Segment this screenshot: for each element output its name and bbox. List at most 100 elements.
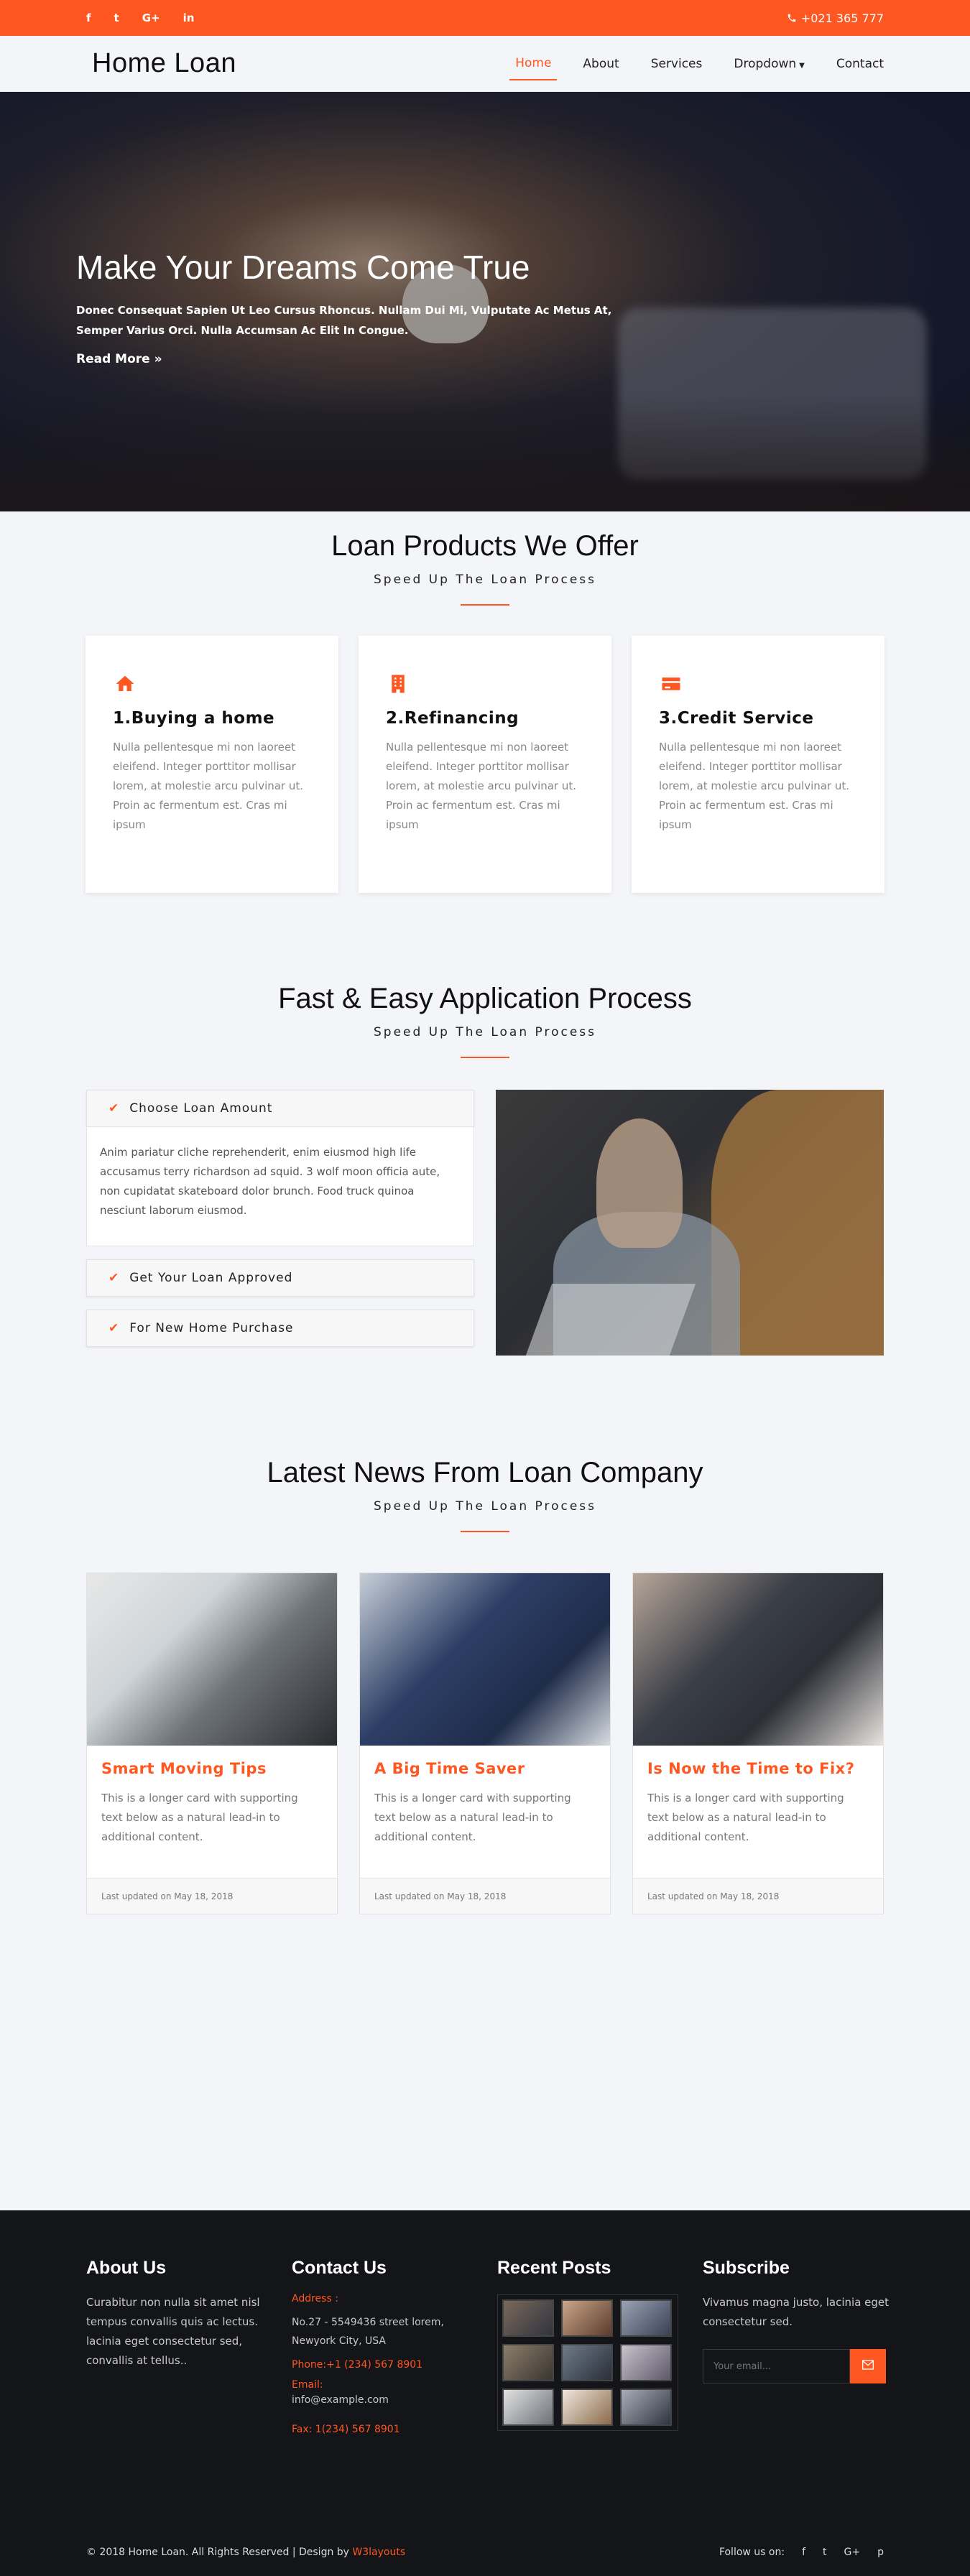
- social-links: f t G+ in: [86, 11, 194, 24]
- recent-post-thumbnail[interactable]: [561, 2389, 613, 2426]
- card-text: Nulla pellentesque mi non laoreet eleife…: [113, 741, 304, 831]
- footer-contact: Contact Us Address : No.27 - 5549436 str…: [292, 2258, 497, 2435]
- subscribe-text: Vivamus magna justo, lacinia eget consec…: [703, 2296, 890, 2328]
- nav-home[interactable]: Home: [509, 47, 558, 80]
- recent-post-thumbnail[interactable]: [561, 2299, 613, 2337]
- process-image: [496, 1090, 884, 1356]
- phone-icon: [787, 14, 796, 22]
- product-cards: 1.Buying a home Nulla pellentesque mi no…: [0, 636, 970, 893]
- news-image[interactable]: [360, 1573, 610, 1746]
- footer-heading: About Us: [86, 2258, 167, 2278]
- accordion-panel: Anim pariatur cliche reprehenderit, enim…: [86, 1127, 474, 1246]
- section-divider: [461, 1531, 509, 1532]
- news-image[interactable]: [633, 1573, 883, 1746]
- section-heading: Fast & Easy Application Process Speed Up…: [0, 983, 970, 1058]
- linkedin-icon[interactable]: in: [183, 11, 195, 24]
- card-title: 3.Credit Service: [659, 709, 814, 728]
- news-text: This is a longer card with supporting te…: [374, 1792, 571, 1843]
- designer-link[interactable]: W3layouts: [352, 2547, 405, 2558]
- twitter-icon[interactable]: t: [114, 11, 119, 24]
- home-icon: [116, 675, 134, 691]
- pinterest-icon[interactable]: p: [877, 2547, 884, 2558]
- hero-text: Donec Consequat Sapien Ut Leo Cursus Rho…: [76, 304, 612, 337]
- footer-about-text: Curabitur non nulla sit amet nisl tempus…: [86, 2296, 260, 2367]
- news-text: This is a longer card with supporting te…: [101, 1792, 298, 1843]
- loan-products-section: Loan Products We Offer Speed Up The Loan…: [0, 511, 970, 983]
- news-title[interactable]: Smart Moving Tips: [101, 1760, 323, 1777]
- nav-contact[interactable]: Contact: [831, 48, 890, 80]
- site-footer: About Us Curabitur non nulla sit amet ni…: [0, 2210, 970, 2576]
- accordion-label: Choose Loan Amount: [129, 1101, 273, 1116]
- copyright-text: © 2018 Home Loan. All Rights Reserved | …: [86, 2547, 349, 2558]
- footer-main: About Us Curabitur non nulla sit amet ni…: [0, 2210, 970, 2512]
- hero-content: Make Your Dreams Come True Donec Consequ…: [76, 243, 637, 366]
- recent-post-thumbnail[interactable]: [502, 2389, 554, 2426]
- news-title[interactable]: Is Now the Time to Fix?: [647, 1760, 869, 1777]
- nav-about[interactable]: About: [577, 48, 624, 80]
- news-updated: Last updated on May 18, 2018: [360, 1878, 610, 1914]
- news-title[interactable]: A Big Time Saver: [374, 1760, 596, 1777]
- footer-about: About Us Curabitur non nulla sit amet ni…: [86, 2258, 292, 2435]
- facebook-icon[interactable]: f: [86, 11, 91, 24]
- recent-post-thumbnail[interactable]: [620, 2299, 672, 2337]
- credit-card-icon: [662, 677, 680, 690]
- phone-value[interactable]: Phone:+1 (234) 567 8901: [292, 2359, 497, 2371]
- card-text: Nulla pellentesque mi non laoreet eleife…: [659, 741, 850, 831]
- news-text: This is a longer card with supporting te…: [647, 1792, 844, 1843]
- recent-post-thumbnail[interactable]: [561, 2344, 613, 2381]
- read-more-link[interactable]: Read More »: [76, 352, 162, 366]
- google-plus-icon[interactable]: G+: [844, 2547, 861, 2558]
- card-title: 1.Buying a home: [113, 709, 275, 728]
- email-input[interactable]: [703, 2349, 850, 2383]
- email-value[interactable]: info@example.com: [292, 2391, 497, 2409]
- section-title: Loan Products We Offer: [331, 530, 639, 562]
- recent-posts-grid: [497, 2294, 678, 2431]
- news-body: Is Now the Time to Fix? This is a longer…: [633, 1746, 883, 1878]
- check-icon: ✔: [108, 1101, 120, 1116]
- process-body: ✔ Choose Loan Amount Anim pariatur clich…: [86, 1090, 970, 1356]
- section-divider: [461, 604, 509, 606]
- footer-heading: Subscribe: [703, 2258, 790, 2278]
- accordion-header[interactable]: ✔ Get Your Loan Approved: [86, 1259, 474, 1297]
- google-plus-icon[interactable]: G+: [142, 11, 160, 24]
- section-heading: Loan Products We Offer Speed Up The Loan…: [0, 530, 970, 606]
- recent-post-thumbnail[interactable]: [620, 2344, 672, 2381]
- check-icon: ✔: [108, 1321, 120, 1335]
- footer-columns: About Us Curabitur non nulla sit amet ni…: [86, 2258, 970, 2435]
- follow-us: Follow us on: f t G+ p: [719, 2547, 884, 2558]
- accordion-header[interactable]: ✔ For New Home Purchase: [86, 1310, 474, 1347]
- phone-contact: +021 365 777: [787, 11, 884, 25]
- follow-label: Follow us on:: [719, 2547, 785, 2558]
- top-bar: f t G+ in +021 365 777: [0, 0, 970, 36]
- footer-recent-posts: Recent Posts: [497, 2258, 703, 2435]
- news-body: A Big Time Saver This is a longer card w…: [360, 1746, 610, 1878]
- footer-subscribe: Subscribe Vivamus magna justo, lacinia e…: [703, 2258, 908, 2435]
- news-image[interactable]: [87, 1573, 337, 1746]
- news-cards: Smart Moving Tips This is a longer card …: [0, 1572, 970, 1914]
- recent-post-thumbnail[interactable]: [502, 2344, 554, 2381]
- footer-heading: Recent Posts: [497, 2258, 611, 2278]
- footer-bottom: © 2018 Home Loan. All Rights Reserved | …: [86, 2547, 884, 2558]
- latest-news-section: Latest News From Loan Company Speed Up T…: [0, 1457, 970, 2210]
- product-card: 2.Refinancing Nulla pellentesque mi non …: [359, 636, 611, 893]
- news-card: Is Now the Time to Fix? This is a longer…: [632, 1572, 884, 1914]
- card-text: Nulla pellentesque mi non laoreet eleife…: [386, 741, 577, 831]
- nav-dropdown[interactable]: Dropdown ▼: [728, 48, 810, 80]
- caret-down-icon: ▼: [799, 61, 805, 70]
- site-header: Home Loan Home About Services Dropdown ▼ …: [0, 36, 970, 92]
- facebook-icon[interactable]: f: [802, 2547, 805, 2558]
- section-heading: Latest News From Loan Company Speed Up T…: [0, 1457, 970, 1532]
- copyright: © 2018 Home Loan. All Rights Reserved | …: [86, 2547, 405, 2558]
- nav-services[interactable]: Services: [645, 48, 708, 80]
- recent-post-thumbnail[interactable]: [620, 2389, 672, 2426]
- section-subtitle: Speed Up The Loan Process: [373, 1025, 596, 1039]
- twitter-icon[interactable]: t: [823, 2547, 827, 2558]
- accordion-header[interactable]: ✔ Choose Loan Amount: [86, 1090, 474, 1127]
- site-logo[interactable]: Home Loan: [92, 48, 236, 79]
- product-card: 1.Buying a home Nulla pellentesque mi no…: [86, 636, 338, 893]
- accordion-label: Get Your Loan Approved: [129, 1271, 293, 1285]
- section-title: Latest News From Loan Company: [267, 1457, 703, 1488]
- subscribe-button[interactable]: [850, 2349, 886, 2383]
- recent-post-thumbnail[interactable]: [502, 2299, 554, 2337]
- address-value: No.27 - 5549436 street lorem, Newyork Ci…: [292, 2317, 444, 2347]
